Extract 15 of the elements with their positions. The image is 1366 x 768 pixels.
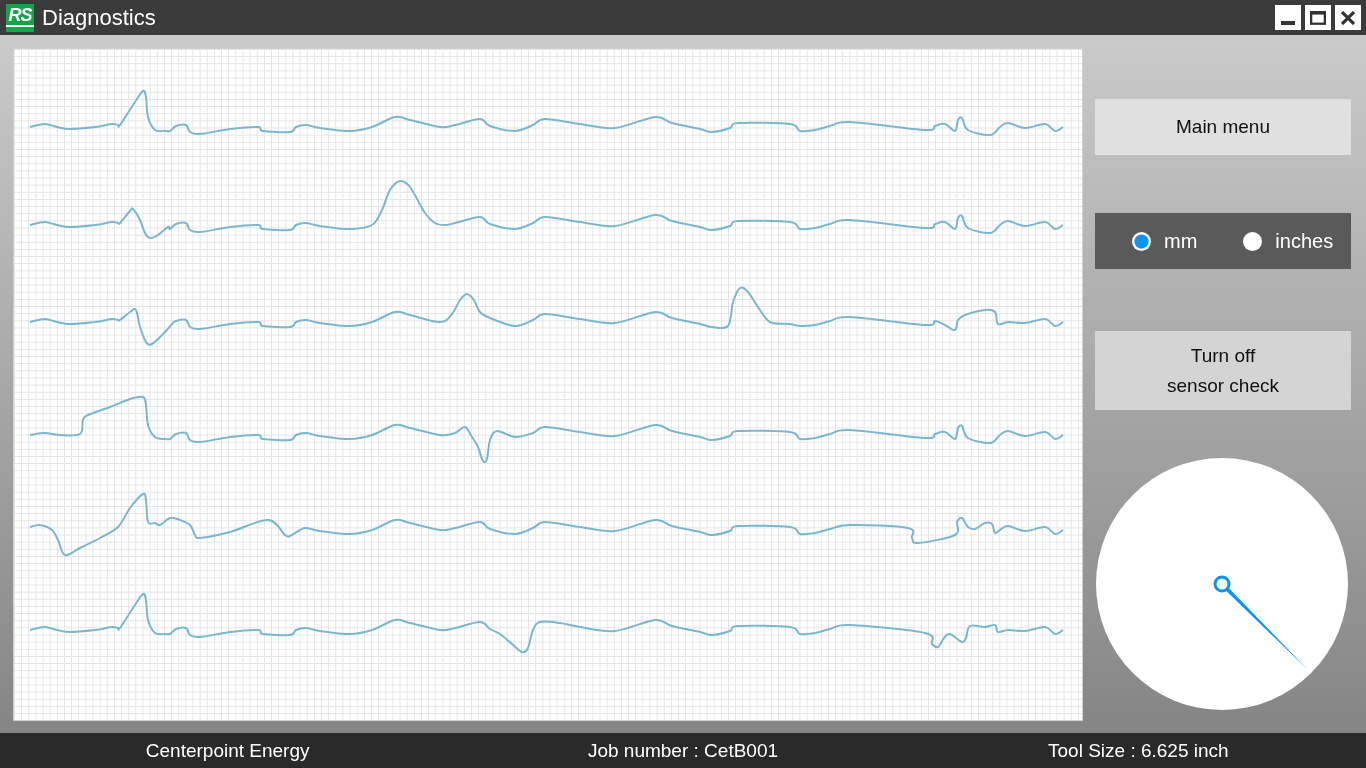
sensor-check-button[interactable]: Turn off sensor check [1095, 331, 1351, 410]
close-icon [1341, 10, 1355, 25]
minimize-button[interactable] [1275, 5, 1301, 30]
radio-option[interactable]: mm [1132, 229, 1198, 253]
maximize-button[interactable] [1305, 5, 1331, 30]
window-title: Diagnostics [42, 4, 156, 31]
minimize-icon [1281, 21, 1295, 25]
radio-option[interactable]: inches [1243, 229, 1334, 253]
maximize-icon [1310, 10, 1326, 25]
app-logo: RS [6, 3, 34, 32]
close-button[interactable] [1335, 5, 1361, 30]
status-text: Centerpoint Energy [145, 739, 310, 762]
status-text: Job number : CetB001 [587, 739, 779, 762]
status-text: Tool Size : 6.625 inch [1048, 739, 1229, 762]
main-menu-button[interactable]: Main menu [1095, 99, 1351, 155]
